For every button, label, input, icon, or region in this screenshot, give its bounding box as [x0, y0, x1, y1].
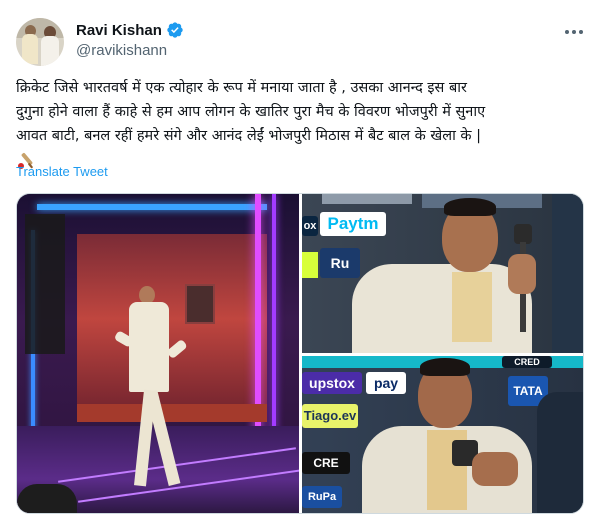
sponsor-logo: RuPa [302, 486, 342, 508]
translate-tweet-link[interactable]: Translate Tweet [16, 164, 108, 179]
sponsor-logo: CRED [502, 356, 552, 368]
tweet-text-line: दुगुना होने वाला हैं काहे से हम आप लोगन … [16, 104, 486, 120]
author-name[interactable]: Ravi Kishan [76, 22, 162, 39]
photo-commentary-bottom[interactable]: upstox pay Tiago.ev CRE RuPa TATA CRED [302, 356, 583, 513]
author-name-row[interactable]: Ravi Kishan [76, 20, 184, 40]
sponsor-logo: upstox [302, 372, 362, 394]
avatar[interactable] [16, 18, 64, 66]
more-options-icon[interactable] [562, 22, 586, 42]
photo-studio[interactable] [17, 194, 299, 513]
verified-badge-icon [167, 22, 183, 38]
photo-commentary-top[interactable]: Paytm Ru ox [302, 194, 583, 353]
media-grid[interactable]: Paytm Ru ox upstox pay Tiago.ev CRE RuPa [16, 193, 584, 514]
sponsor-logo: CRE [302, 452, 350, 474]
author-handle[interactable]: @ravikishann [76, 42, 167, 59]
tweet-text: क्रिकेट जिसे भारतवर्ष में एक त्योहार के … [16, 76, 586, 172]
sponsor-logo: pay [366, 372, 406, 394]
tweet-text-line: आवत बाटी, बनल रहीं हमरे संगे और आनंद लेई… [16, 128, 482, 144]
tweet-text-line: क्रिकेट जिसे भारतवर्ष में एक त्योहार के … [16, 80, 467, 96]
tweet-card[interactable]: Ravi Kishan @ravikishann क्रिकेट जिसे भा… [0, 0, 600, 526]
sponsor-logo: ox [302, 216, 318, 236]
sponsor-logo: Ru [320, 248, 360, 278]
sponsor-logo: Tiago.ev [302, 404, 358, 428]
sponsor-logo: Paytm [320, 212, 386, 236]
